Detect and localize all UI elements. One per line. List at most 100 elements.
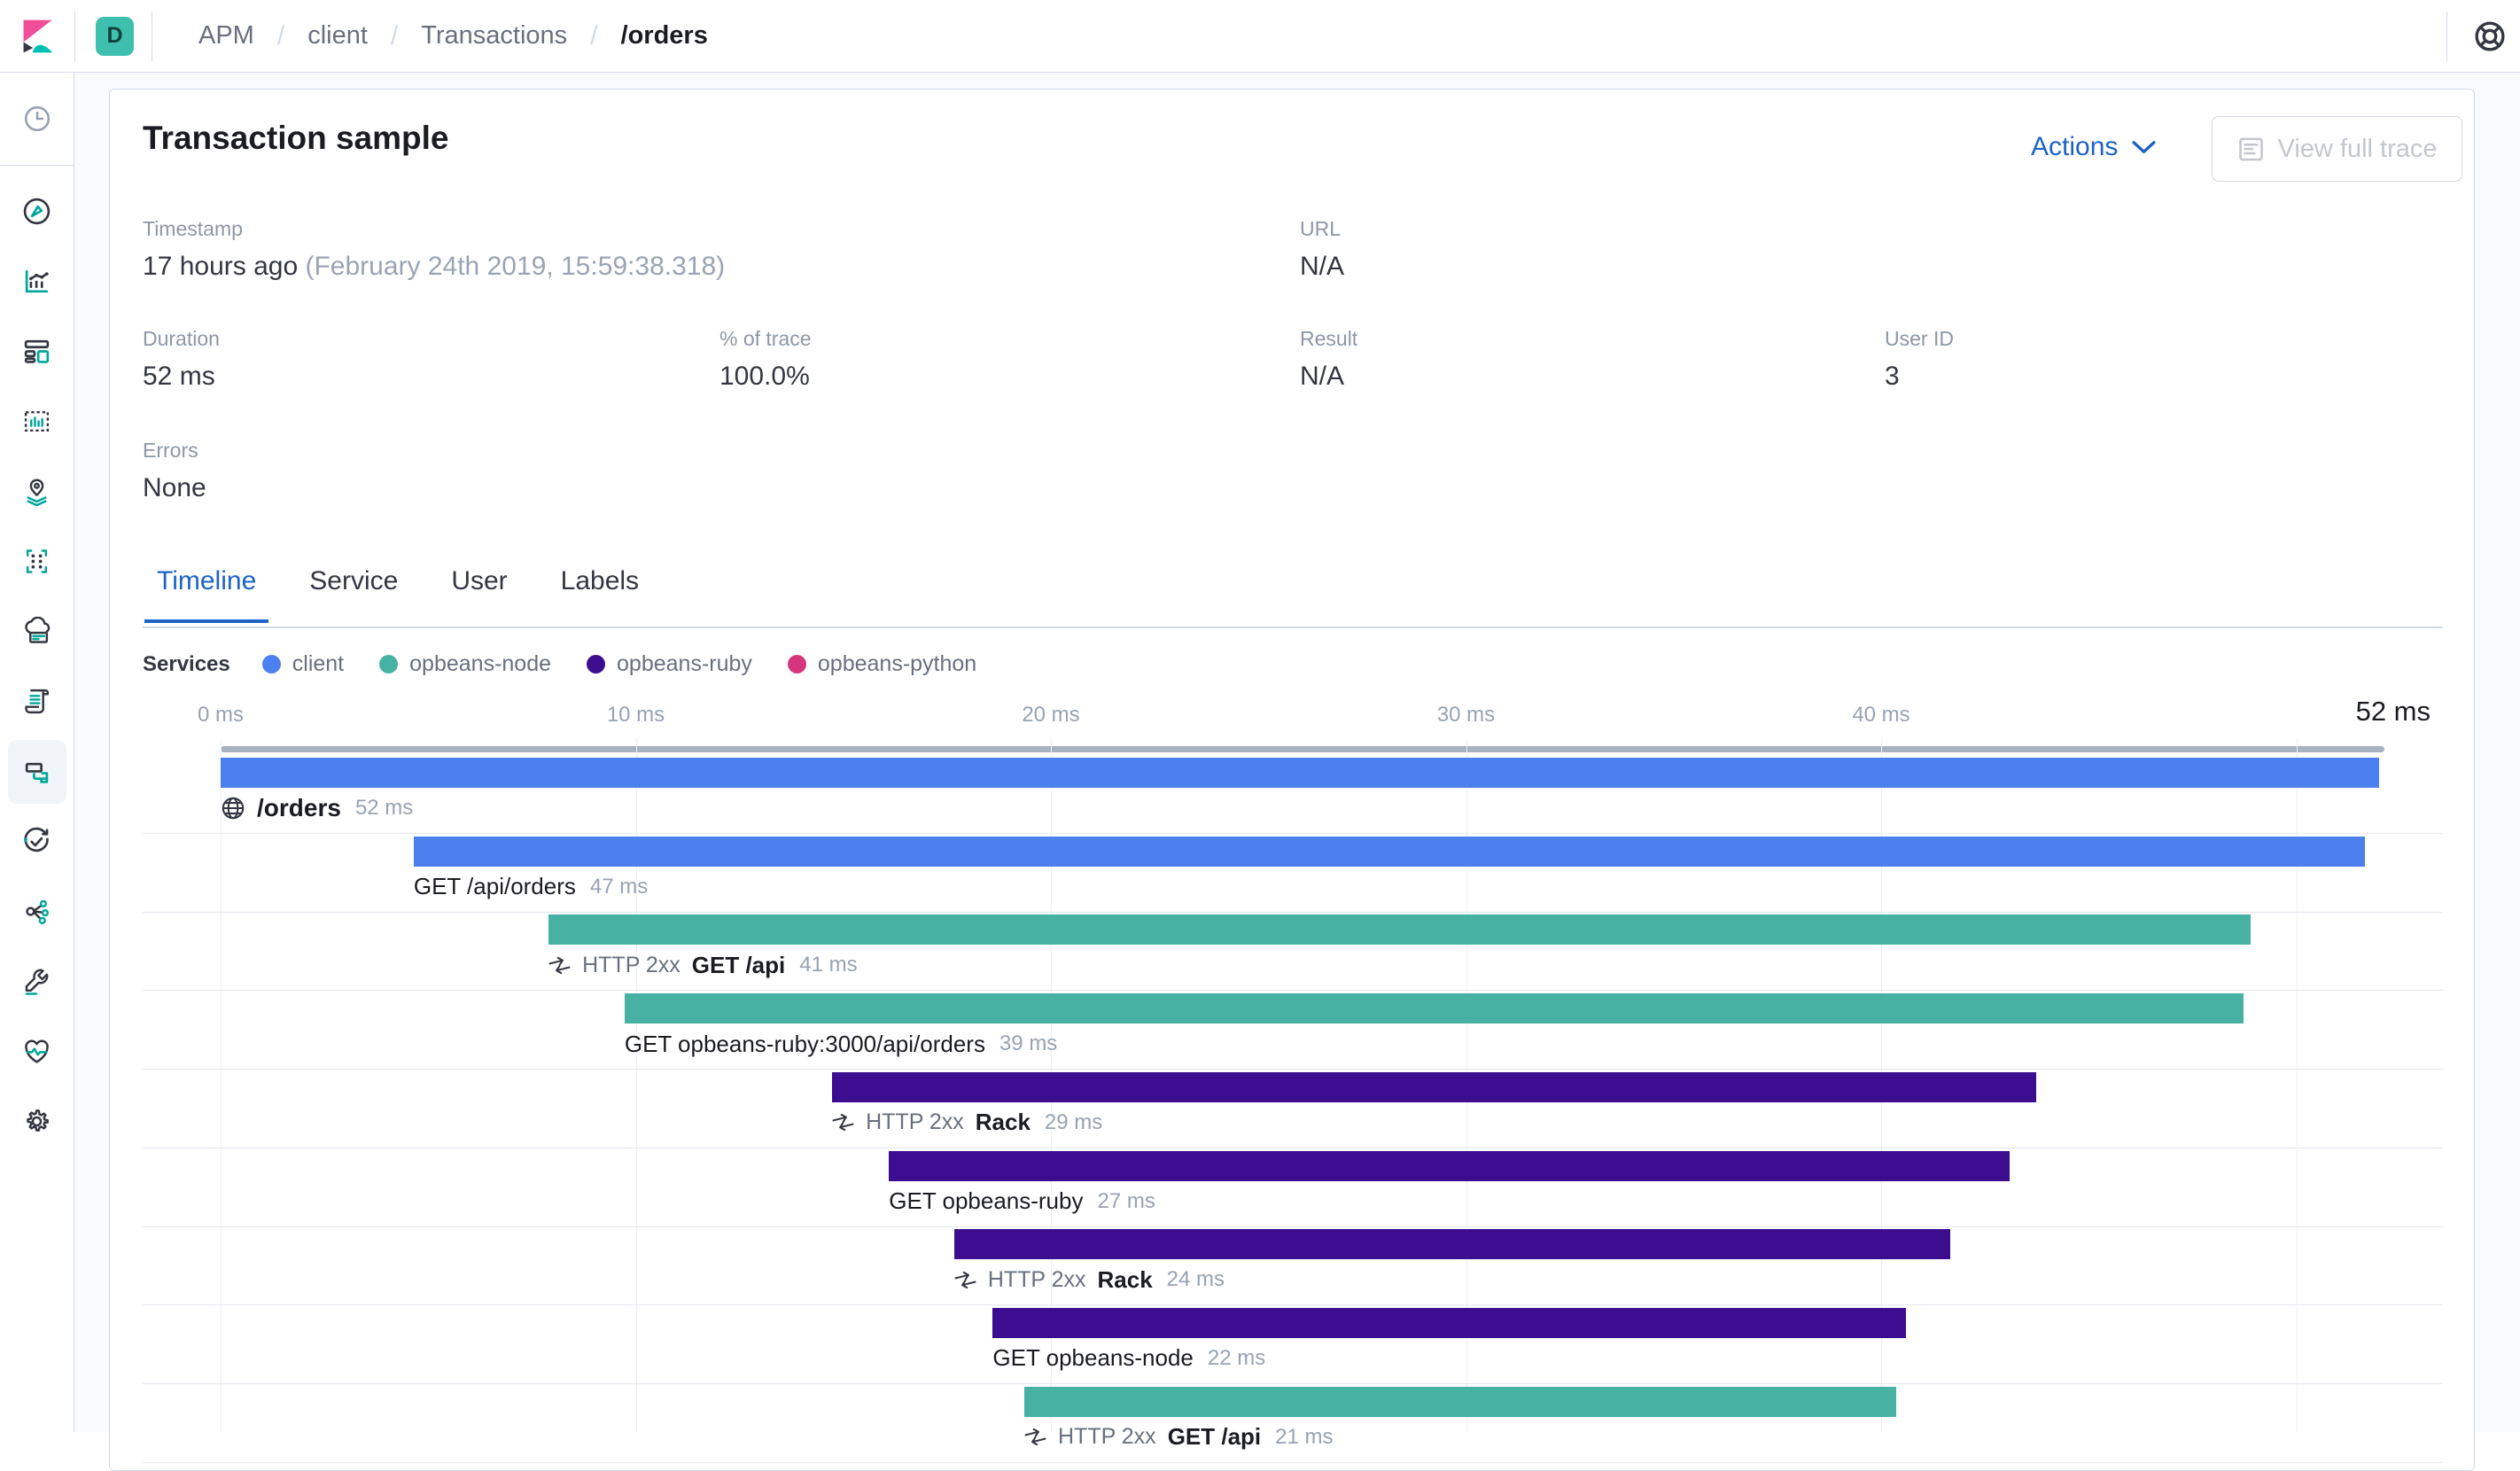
span-type-arrows-icon bbox=[832, 1114, 854, 1132]
span-type-arrows-icon bbox=[548, 956, 571, 974]
field-timestamp: Timestamp 17 hours ago (February 24th 20… bbox=[143, 217, 725, 282]
tab-labels[interactable]: Labels bbox=[548, 566, 651, 623]
field-value: None bbox=[143, 473, 206, 502]
span-bar[interactable] bbox=[624, 993, 2244, 1024]
sidebar-item-recent[interactable] bbox=[0, 73, 74, 165]
field-value: 3 bbox=[1885, 362, 1900, 391]
field-value: N/A bbox=[1300, 252, 1345, 281]
field-label: % of trace bbox=[719, 327, 812, 350]
globe-icon bbox=[222, 797, 245, 820]
field-url: URL N/A bbox=[1300, 217, 1344, 282]
view-full-trace-button[interactable]: View full trace bbox=[2212, 116, 2462, 182]
tabs-bottom-rule bbox=[143, 627, 2443, 628]
field-result: Result N/A bbox=[1300, 327, 1357, 392]
sidebar-item-visualize[interactable] bbox=[0, 246, 74, 316]
sidebar-item-maps[interactable] bbox=[0, 456, 74, 526]
span-duration: 41 ms bbox=[799, 953, 858, 977]
sidebar-item-infrastructure[interactable] bbox=[0, 596, 74, 666]
span-bar[interactable] bbox=[548, 915, 2251, 946]
span-label[interactable]: GET opbeans-ruby:3000/api/orders 39 ms bbox=[625, 1029, 1057, 1059]
breadcrumb-transactions[interactable]: Transactions bbox=[421, 21, 567, 51]
span-label[interactable]: GET opbeans-node 22 ms bbox=[992, 1343, 1265, 1374]
legend-item-opbeans-ruby: opbeans-ruby bbox=[587, 651, 752, 677]
tab-timeline[interactable]: Timeline bbox=[144, 566, 269, 623]
span-name: GET opbeans-ruby bbox=[889, 1187, 1084, 1214]
chevron-down-icon bbox=[2132, 140, 2156, 153]
breadcrumb: APM / client / Transactions / /orders bbox=[198, 21, 708, 51]
sidebar-item-dashboard[interactable] bbox=[0, 316, 74, 386]
span-label[interactable]: HTTP 2xx Rack 29 ms bbox=[832, 1108, 1102, 1138]
sidebar-item-uptime[interactable] bbox=[0, 806, 74, 876]
life-ring-help-icon bbox=[2475, 20, 2505, 51]
span-bar[interactable] bbox=[413, 836, 2365, 867]
sidebar-item-dev-tools[interactable] bbox=[0, 946, 74, 1016]
field-user-id: User ID 3 bbox=[1885, 327, 1954, 392]
span-label[interactable]: /orders 52 ms bbox=[221, 793, 413, 823]
tab-user[interactable]: User bbox=[439, 566, 519, 623]
page-title: Transaction sample bbox=[143, 120, 449, 156]
span-bar[interactable] bbox=[1024, 1386, 1896, 1417]
space-badge[interactable]: D bbox=[96, 16, 134, 56]
sidebar-item-canvas[interactable] bbox=[0, 386, 74, 456]
sidebar-item-graph[interactable] bbox=[0, 876, 74, 946]
span-duration: 52 ms bbox=[354, 796, 414, 820]
uptime-check-icon bbox=[24, 827, 49, 852]
span-label[interactable]: GET /api/orders 47 ms bbox=[414, 872, 648, 902]
span-duration: 39 ms bbox=[999, 1031, 1058, 1056]
waterfall-horizontal-scrollbar[interactable] bbox=[221, 746, 2384, 752]
field-value: N/A bbox=[1300, 362, 1345, 391]
span-name: Rack bbox=[975, 1109, 1031, 1136]
trace-document-icon bbox=[2238, 137, 2263, 160]
waterfall-row: HTTP 2xx GET /api 41 ms bbox=[143, 913, 2443, 992]
main-content-area: Transaction sample Actions View full tra… bbox=[74, 73, 2520, 1471]
compass-icon bbox=[23, 198, 51, 225]
tab-service[interactable]: Service bbox=[297, 566, 410, 623]
span-bar[interactable] bbox=[889, 1150, 2011, 1181]
graph-nodes-icon bbox=[26, 899, 50, 924]
span-prefix: HTTP 2xx bbox=[987, 1266, 1086, 1292]
span-label[interactable]: GET opbeans-ruby 27 ms bbox=[889, 1187, 1155, 1217]
help-button[interactable] bbox=[2447, 20, 2520, 52]
legend-item-opbeans-python: opbeans-python bbox=[787, 651, 976, 677]
sidebar-item-logs[interactable] bbox=[0, 666, 74, 736]
actions-label: Actions bbox=[2031, 132, 2119, 161]
sidebar-item-apm[interactable] bbox=[7, 740, 66, 804]
legend-dot bbox=[261, 655, 281, 673]
legend-title: Services bbox=[143, 651, 230, 676]
span-bar[interactable] bbox=[992, 1307, 1907, 1338]
breadcrumb-client[interactable]: client bbox=[307, 21, 368, 51]
field-label: URL bbox=[1300, 217, 1342, 240]
span-label[interactable]: HTTP 2xx GET /api 21 ms bbox=[1024, 1422, 1334, 1452]
span-duration: 22 ms bbox=[1207, 1345, 1266, 1370]
span-name: GET opbeans-ruby:3000/api/orders bbox=[624, 1030, 985, 1057]
sidebar-divider bbox=[0, 165, 74, 166]
sidebar-item-management[interactable] bbox=[0, 1086, 74, 1156]
waterfall-row: GET opbeans-node 22 ms bbox=[143, 1306, 2443, 1384]
span-name: GET /api/orders bbox=[413, 873, 576, 900]
span-type-arrows-icon bbox=[1024, 1428, 1046, 1446]
field-value: 100.0% bbox=[719, 362, 810, 391]
legend-dot bbox=[587, 655, 606, 673]
kibana-logo[interactable] bbox=[0, 19, 74, 54]
clock-icon bbox=[24, 105, 50, 132]
waterfall-row: GET opbeans-ruby:3000/api/orders 39 ms bbox=[143, 992, 2443, 1070]
span-label[interactable]: HTTP 2xx GET /api 41 ms bbox=[548, 950, 858, 980]
view-full-trace-label: View full trace bbox=[2277, 134, 2438, 163]
span-bar[interactable] bbox=[832, 1071, 2036, 1102]
breadcrumb-orders: /orders bbox=[620, 21, 708, 50]
actions-menu-button[interactable]: Actions bbox=[2031, 132, 2156, 162]
maps-pin-icon bbox=[27, 479, 47, 506]
sidebar-item-machine-learning[interactable] bbox=[0, 526, 74, 596]
legend-dot bbox=[787, 655, 806, 673]
waterfall-row: HTTP 2xx Rack 24 ms bbox=[143, 1227, 2443, 1306]
span-duration: 24 ms bbox=[1166, 1267, 1225, 1292]
span-name: GET /api bbox=[691, 951, 786, 978]
span-bar[interactable] bbox=[953, 1229, 1951, 1260]
span-label[interactable]: HTTP 2xx Rack 24 ms bbox=[954, 1265, 1225, 1295]
breadcrumb-apm[interactable]: APM bbox=[198, 21, 254, 51]
span-bar[interactable] bbox=[221, 758, 2380, 788]
sidebar-item-monitoring[interactable] bbox=[0, 1016, 74, 1086]
field-duration: Duration 52 ms bbox=[143, 327, 220, 392]
sidebar-item-discover[interactable] bbox=[0, 176, 74, 246]
field-pct-of-trace: % of trace 100.0% bbox=[719, 327, 812, 392]
